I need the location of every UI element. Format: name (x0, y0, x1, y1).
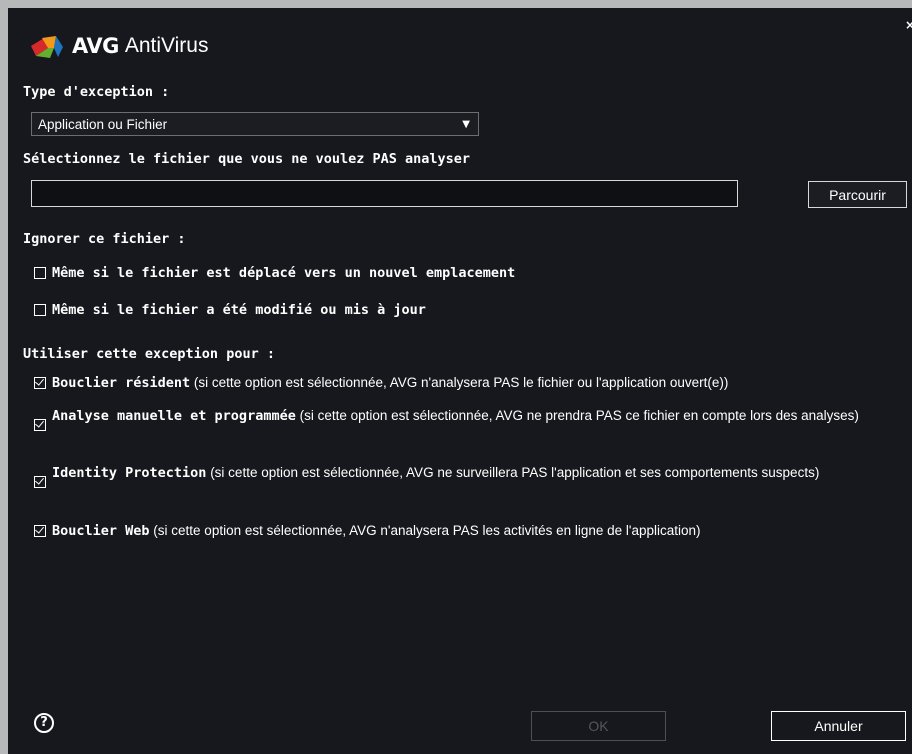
ignore-label: Ignorer ce fichier : (23, 231, 186, 247)
ignore-moved-option[interactable]: Même si le fichier est déplacé vers un n… (34, 264, 515, 282)
cancel-button[interactable]: Annuler (771, 711, 906, 741)
exception-dialog: × AVG AntiVirus Type d'exception : Appli… (8, 8, 912, 754)
logo-product: AntiVirus (124, 34, 209, 57)
resident-shield-checkbox[interactable] (34, 377, 46, 389)
web-shield-checkbox[interactable] (34, 525, 46, 537)
exception-type-label: Type d'exception : (23, 84, 170, 100)
identity-protection-title: Identity Protection (52, 465, 207, 481)
help-icon[interactable]: ? (34, 713, 54, 733)
ignore-modified-option[interactable]: Même si le fichier a été modifié ou mis … (34, 301, 426, 319)
exception-type-value: Application ou Fichier (38, 116, 168, 132)
avg-logo-icon (31, 36, 63, 58)
close-icon[interactable]: × (903, 18, 912, 32)
file-select-label: Sélectionnez le fichier que vous ne voul… (23, 151, 471, 167)
identity-protection-option[interactable]: Identity Protection (si cette option est… (34, 464, 912, 488)
manual-scan-desc: (si cette option est sélectionnée, AVG n… (295, 408, 859, 423)
browse-button[interactable]: Parcourir (808, 181, 907, 208)
chevron-down-icon: ▼ (462, 118, 470, 130)
file-path-input[interactable] (31, 180, 738, 207)
web-shield-option[interactable]: Bouclier Web (si cette option est sélect… (34, 522, 912, 540)
avg-logo: AVG AntiVirus (30, 34, 208, 58)
resident-shield-desc: (si cette option est sélectionnée, AVG n… (190, 375, 729, 390)
ok-button[interactable]: OK (531, 711, 666, 741)
ignore-moved-label: Même si le fichier est déplacé vers un n… (52, 265, 516, 281)
manual-scan-option[interactable]: Analyse manuelle et programmée (si cette… (34, 407, 912, 431)
exception-type-dropdown[interactable]: Application ou Fichier ▼ (31, 112, 479, 136)
use-for-label: Utiliser cette exception pour : (23, 346, 275, 362)
manual-scan-title: Analyse manuelle et programmée (52, 408, 296, 424)
logo-brand: AVG (72, 34, 119, 58)
ignore-moved-checkbox[interactable] (34, 267, 46, 279)
identity-protection-desc: (si cette option est sélectionnée, AVG n… (206, 465, 820, 480)
resident-shield-option[interactable]: Bouclier résident (si cette option est s… (34, 374, 912, 392)
identity-protection-checkbox[interactable] (34, 476, 46, 488)
web-shield-title: Bouclier Web (52, 523, 150, 539)
resident-shield-title: Bouclier résident (52, 375, 191, 391)
ignore-modified-checkbox[interactable] (34, 304, 46, 316)
ignore-modified-label: Même si le fichier a été modifié ou mis … (52, 302, 426, 318)
web-shield-desc: (si cette option est sélectionnée, AVG n… (149, 523, 701, 538)
manual-scan-checkbox[interactable] (34, 419, 46, 431)
